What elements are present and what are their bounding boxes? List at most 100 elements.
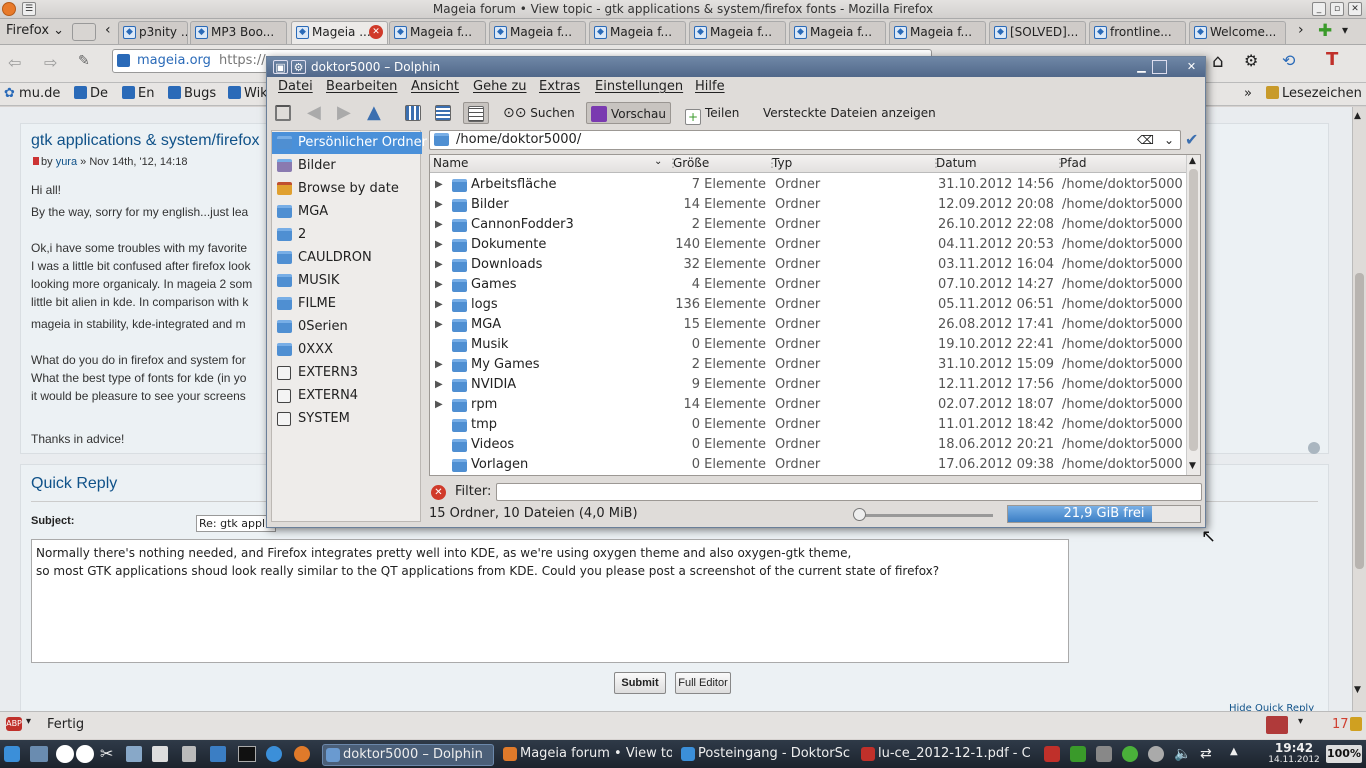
place-item[interactable]: Browse by date: [272, 178, 422, 200]
file-row[interactable]: ▶ Dokumente 140 Elemente Ordner 04.11.2012 2…: [430, 235, 1186, 255]
browser-tab[interactable]: ◆ Mageia f...: [489, 21, 586, 44]
menu-gehe-zu[interactable]: Gehe zu: [473, 79, 527, 94]
expand-arrow-icon[interactable]: ▶: [435, 395, 443, 415]
clipboard-icon[interactable]: [1096, 746, 1112, 762]
chat-icon[interactable]: [1148, 746, 1164, 762]
expand-arrow-icon[interactable]: ▶: [435, 215, 443, 235]
tab-groups-button[interactable]: [72, 23, 96, 41]
back-icon[interactable]: ⇦: [8, 53, 21, 72]
column-separator[interactable]: ⋮: [766, 156, 778, 170]
browser-tab[interactable]: ◆ Mageia f...: [589, 21, 686, 44]
place-item[interactable]: FILME: [272, 293, 422, 315]
taskbar-task[interactable]: lu-ce_2012-12-1.pdf - C: [858, 744, 1030, 766]
location-bar[interactable]: /home/doktor5000/ ⌫ ⌄: [429, 130, 1181, 150]
scroll-up-icon[interactable]: ▲: [1354, 111, 1361, 121]
location-dropdown-icon[interactable]: ⌄: [1164, 131, 1174, 149]
tab-scroll-left-icon[interactable]: ‹: [105, 22, 111, 38]
browser-tab[interactable]: ◆ [SOLVED]...: [989, 21, 1086, 44]
close-icon[interactable]: ✕: [1184, 60, 1199, 74]
browser-tab[interactable]: ◆ p3nity ...: [118, 21, 188, 44]
bookmark-item[interactable]: De: [74, 86, 108, 101]
place-item[interactable]: EXTERN4: [272, 385, 422, 407]
settings-gear-icon[interactable]: ⚙: [1244, 51, 1258, 70]
scroll-up-icon[interactable]: ▲: [1189, 156, 1196, 166]
scroll-down-icon[interactable]: ▼: [1189, 461, 1196, 471]
minimize-icon[interactable]: ▁: [1134, 60, 1149, 74]
column-separator[interactable]: ⋮: [930, 156, 942, 170]
terminal-icon[interactable]: [238, 746, 256, 762]
file-row[interactable]: Musik 0 Elemente Ordner 19.10.2012 22:41/ho…: [430, 335, 1186, 355]
desktop-icon[interactable]: [30, 746, 48, 762]
scrollbar-thumb[interactable]: [1189, 169, 1198, 451]
expand-arrow-icon[interactable]: ▶: [435, 255, 443, 275]
eyes-icon[interactable]: [76, 745, 94, 763]
menu-datei[interactable]: Datei: [278, 79, 313, 94]
bookmarks-menu-button[interactable]: Lesezeichen: [1266, 86, 1362, 101]
browser-tab[interactable]: ◆ MP3 Boo...: [190, 21, 287, 44]
url-text[interactable]: https://: [219, 53, 266, 68]
place-item[interactable]: CAULDRON: [272, 247, 422, 269]
maximize-icon[interactable]: ▫: [1330, 2, 1344, 16]
zoom-indicator[interactable]: 100%: [1326, 745, 1362, 763]
filter-input[interactable]: [496, 483, 1202, 501]
tab-list-icon[interactable]: ▾: [1342, 23, 1348, 37]
home-icon[interactable]: [275, 102, 295, 124]
file-row[interactable]: ▶ Downloads 32 Elemente Ordner 03.11.2012 16…: [430, 255, 1186, 275]
file-row[interactable]: ▶ NVIDIA 9 Elemente Ordner 12.11.2012 17:56 /…: [430, 375, 1186, 395]
tools-icon[interactable]: ✂: [100, 744, 113, 763]
file-row[interactable]: Vorlagen 0 Elemente Ordner 17.06.2012 09:38…: [430, 455, 1186, 475]
bookmarks-overflow-icon[interactable]: »: [1244, 86, 1252, 101]
firefox-menu-button[interactable]: Firefox ⌄: [6, 23, 64, 38]
zoom-slider-handle[interactable]: [853, 508, 866, 521]
url-site-identity[interactable]: mageia.org: [137, 53, 211, 68]
location-path[interactable]: /home/doktor5000/: [456, 132, 581, 147]
network-icon[interactable]: [1070, 746, 1086, 762]
clock-time[interactable]: 19:42: [1268, 741, 1320, 755]
place-item[interactable]: 2: [272, 224, 422, 246]
message-textarea[interactable]: [31, 539, 1069, 663]
up-icon[interactable]: ▲: [367, 102, 381, 124]
expand-arrow-icon[interactable]: ▶: [435, 375, 443, 395]
close-icon[interactable]: ✕: [1348, 2, 1362, 16]
subject-input[interactable]: Re: gtk applica: [196, 515, 276, 532]
addon-icon[interactable]: [1266, 716, 1288, 734]
thunderbird-icon[interactable]: [266, 746, 282, 762]
close-tab-icon[interactable]: ✕: [369, 25, 383, 39]
column-header-3[interactable]: Datum: [936, 156, 977, 170]
tab-scroll-right-icon[interactable]: ›: [1298, 22, 1304, 38]
firefox-icon[interactable]: [294, 746, 310, 762]
place-item[interactable]: EXTERN3: [272, 362, 422, 384]
scroll-down-icon[interactable]: ▼: [1354, 685, 1361, 695]
volume-icon[interactable]: 🔈: [1174, 746, 1191, 762]
forward-icon[interactable]: ⇨: [44, 53, 57, 72]
clear-location-icon[interactable]: ⌫: [1137, 131, 1154, 149]
file-row[interactable]: ▶ logs 136 Elemente Ordner 05.11.2012 06:51 /…: [430, 295, 1186, 315]
compact-view-icon[interactable]: [435, 102, 455, 124]
location-confirm-icon[interactable]: ✔: [1185, 130, 1198, 149]
full-editor-button[interactable]: Full Editor: [675, 672, 731, 694]
usb-icon[interactable]: ⇄: [1200, 746, 1216, 762]
browser-tab[interactable]: ◆ frontline...: [1089, 21, 1186, 44]
file-row[interactable]: ▶ CannonFodder3 2 Elemente Ordner 26.10.2012…: [430, 215, 1186, 235]
show-hidden-files-button[interactable]: Versteckte Dateien anzeigen: [763, 102, 936, 124]
file-row[interactable]: tmp 0 Elemente Ordner 11.01.2012 18:42/home…: [430, 415, 1186, 435]
home-icon[interactable]: ⌂: [1212, 51, 1223, 72]
file-row[interactable]: ▶ rpm 14 Elemente Ordner 02.07.2012 18:07/ho…: [430, 395, 1186, 415]
eyes-icon[interactable]: [56, 745, 74, 763]
column-header-0[interactable]: Name: [433, 156, 468, 170]
maximize-icon[interactable]: [1152, 60, 1167, 74]
back-icon[interactable]: ◀: [307, 102, 321, 124]
sync-icon[interactable]: ⟲: [1282, 51, 1295, 70]
file-row[interactable]: ▶ MGA 15 Elemente Ordner 26.08.2012 17:41/ho…: [430, 315, 1186, 335]
file-row[interactable]: ▶ Arbeitsfläche 7 Elemente Ordner 31.10.2012…: [430, 175, 1186, 195]
bookmark-item[interactable]: En: [122, 86, 154, 101]
details-view-icon[interactable]: [463, 102, 489, 124]
expand-arrow-icon[interactable]: ▶: [435, 235, 443, 255]
file-row[interactable]: ▶ Bilder 14 Elemente Ordner 12.09.2012 20:08…: [430, 195, 1186, 215]
tools-icon[interactable]: ✎: [78, 53, 90, 69]
place-item[interactable]: MUSIK: [272, 270, 422, 292]
window-menu-icon[interactable]: ☰: [22, 2, 36, 16]
preview-toggle-button[interactable]: Vorschau: [586, 102, 671, 124]
menu-hilfe[interactable]: Hilfe: [695, 79, 725, 94]
search-button[interactable]: ⊙⊙ Suchen: [503, 102, 575, 124]
